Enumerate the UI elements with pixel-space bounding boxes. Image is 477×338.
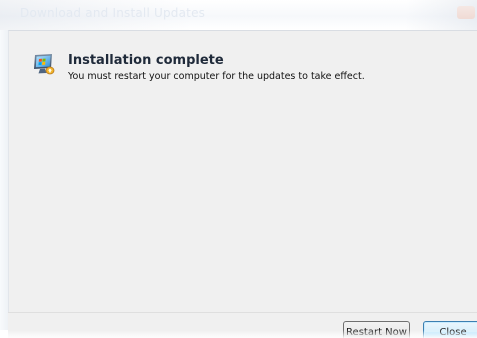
window-title: Download and Install Updates <box>20 6 206 20</box>
restart-required-message: You must restart your computer for the u… <box>68 71 365 82</box>
close-button[interactable]: Close <box>423 321 477 338</box>
window-frame-left <box>0 30 8 330</box>
installation-complete-heading: Installation complete <box>68 53 224 68</box>
windows-update-icon <box>34 54 55 75</box>
restart-now-button[interactable]: Restart Now <box>343 321 410 338</box>
window-close-button[interactable] <box>457 6 475 19</box>
install-updates-window: Download and Install Updates Installatio… <box>0 0 477 338</box>
title-bar[interactable]: Download and Install Updates <box>0 0 477 30</box>
